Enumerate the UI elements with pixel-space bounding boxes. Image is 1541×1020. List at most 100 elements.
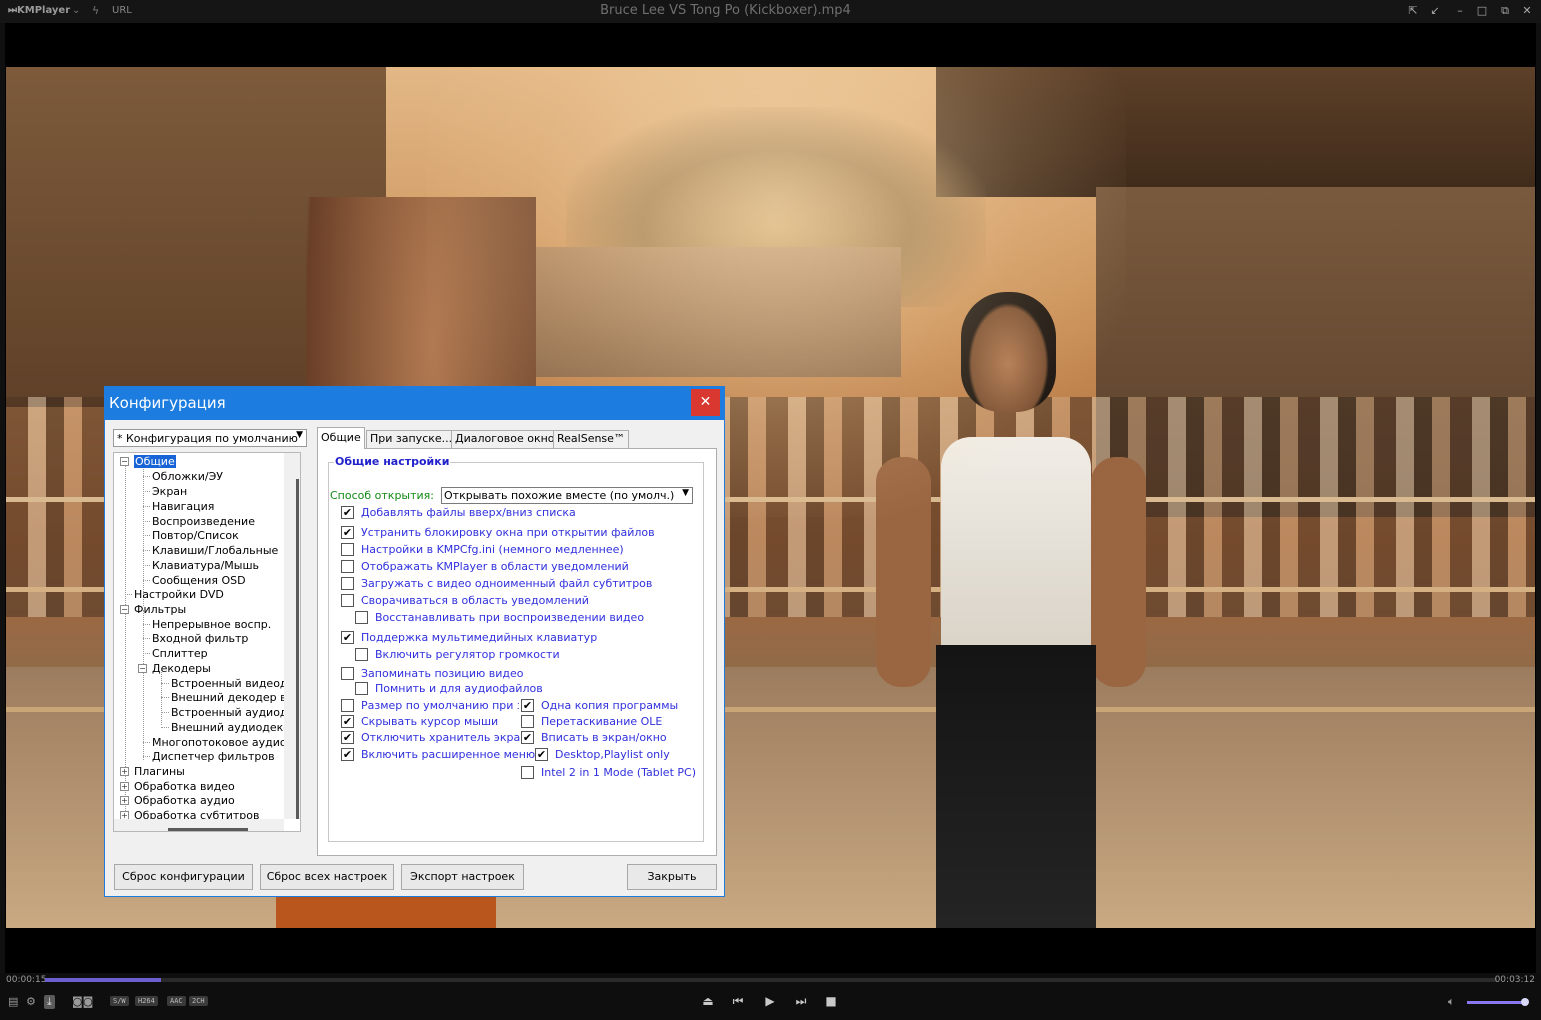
- tree-item[interactable]: Настройки DVD: [134, 587, 224, 602]
- option-label[interactable]: Вписать в экран/окно: [541, 731, 667, 744]
- playlist-icon[interactable]: ▤: [8, 995, 18, 1008]
- volume-icon[interactable]: 🔈︎: [1448, 995, 1455, 1009]
- option-checkbox[interactable]: ✔: [341, 506, 354, 519]
- tree-item[interactable]: Сплиттер: [152, 646, 208, 661]
- minimize-button[interactable]: –: [1452, 3, 1468, 19]
- seek-bar[interactable]: [45, 978, 1497, 982]
- option-checkbox[interactable]: [521, 715, 534, 728]
- tree-item[interactable]: Непрерывное воспр.: [152, 617, 271, 632]
- tree-item[interactable]: Повтор/Список: [152, 528, 239, 543]
- maximize-button[interactable]: □: [1474, 3, 1490, 19]
- tree-item[interactable]: Внешний декодер ви: [171, 690, 294, 705]
- option-checkbox[interactable]: [341, 594, 354, 607]
- collapse-icon[interactable]: −: [120, 605, 129, 614]
- option-label[interactable]: Запоминать позицию видео: [361, 667, 524, 680]
- tree-item[interactable]: Сообщения OSD: [152, 573, 246, 588]
- tree-item[interactable]: Плагины: [134, 764, 185, 779]
- option-checkbox[interactable]: [341, 560, 354, 573]
- option-label[interactable]: Скрывать курсор мыши: [361, 715, 498, 728]
- option-label[interactable]: Включить расширенное меню: [361, 748, 535, 761]
- tree-item[interactable]: Многопотоковое аудио: [152, 735, 287, 750]
- option-label[interactable]: Отключить хранитель экрана: [361, 731, 534, 744]
- next-icon[interactable]: ⏭: [791, 994, 811, 1009]
- gear-icon[interactable]: ⚙: [26, 995, 36, 1008]
- collapse-icon[interactable]: −: [120, 457, 129, 466]
- tree-item[interactable]: Воспроизведение: [152, 514, 255, 529]
- tree-item[interactable]: Встроенный аудиодек: [171, 705, 300, 720]
- option-label[interactable]: Отображать KMPlayer в области уведомлени…: [361, 560, 629, 573]
- option-label[interactable]: Сворачиваться в область уведомлений: [361, 594, 589, 607]
- tab-general[interactable]: Общие: [317, 427, 365, 449]
- option-checkbox[interactable]: [355, 682, 368, 695]
- tree-item[interactable]: Входной фильтр: [152, 631, 248, 646]
- option-label[interactable]: Загружать с видео одноименный файл субти…: [361, 577, 652, 590]
- option-label[interactable]: Восстанавливать при воспроизведении виде…: [375, 611, 644, 624]
- previous-icon[interactable]: ⏮: [728, 994, 748, 1009]
- close-button[interactable]: Закрыть: [627, 864, 717, 890]
- option-label[interactable]: Размер по умолчанию при запуске: [361, 699, 519, 712]
- option-checkbox[interactable]: ✔: [341, 748, 354, 761]
- export-settings-button[interactable]: Экспорт настроек: [401, 864, 524, 890]
- expand-icon[interactable]: +: [120, 782, 129, 791]
- tree-item[interactable]: Диспетчер фильтров: [152, 749, 275, 764]
- expand-icon[interactable]: +: [120, 767, 129, 776]
- collapse-icon[interactable]: −: [138, 664, 147, 673]
- profile-select[interactable]: * Конфигурация по умолчанию ▼: [113, 429, 307, 447]
- 3d-icon[interactable]: ⤓: [44, 995, 55, 1009]
- tree-item[interactable]: Внешний аудиодекод: [171, 720, 298, 735]
- option-checkbox[interactable]: [341, 699, 354, 712]
- tree-horizontal-scrollbar[interactable]: [114, 819, 284, 831]
- option-label[interactable]: Desktop,Playlist only: [555, 748, 670, 761]
- open-mode-select[interactable]: Открывать похожие вместе (по умолч.) ▼: [441, 487, 693, 504]
- settings-tree[interactable]: Общие − Обложки/ЭУ Экран Навигация Воспроизве…: [113, 452, 301, 832]
- tree-item[interactable]: Клавиатура/Мышь: [152, 558, 259, 573]
- dialog-close-button[interactable]: ✕: [691, 389, 720, 416]
- volume-knob[interactable]: [1520, 998, 1529, 1006]
- tab-realsense[interactable]: RealSense™: [553, 430, 629, 448]
- option-checkbox[interactable]: ✔: [521, 699, 534, 712]
- option-label[interactable]: Настройки в KMPCfg.ini (немного медленне…: [361, 543, 624, 556]
- tree-item[interactable]: Обработка аудио: [134, 793, 235, 808]
- option-checkbox[interactable]: ✔: [341, 631, 354, 644]
- play-icon[interactable]: ▶: [760, 994, 780, 1008]
- close-window-button[interactable]: ✕: [1519, 3, 1535, 19]
- option-label[interactable]: Помнить и для аудиофайлов: [375, 682, 543, 695]
- option-label[interactable]: Добавлять файлы вверх/вниз списка: [361, 506, 576, 519]
- option-checkbox[interactable]: [355, 648, 368, 661]
- vr-glasses-icon[interactable]: ◙◙: [72, 995, 93, 1008]
- eject-icon[interactable]: ⏏: [698, 994, 718, 1008]
- option-checkbox[interactable]: [521, 766, 534, 779]
- option-label[interactable]: Перетаскивание OLE: [541, 715, 662, 728]
- restore-button[interactable]: ⧉: [1497, 3, 1513, 19]
- tree-item[interactable]: Декодеры: [152, 661, 211, 676]
- option-label[interactable]: Одна копия программы: [541, 699, 678, 712]
- option-label[interactable]: Устранить блокировку окна при открытии ф…: [361, 526, 655, 539]
- scrollbar-thumb[interactable]: [168, 828, 248, 831]
- option-label[interactable]: Включить регулятор громкости: [375, 648, 560, 661]
- tree-item[interactable]: Обложки/ЭУ: [152, 469, 223, 484]
- dialog-title-bar[interactable]: Конфигурация ✕: [105, 387, 724, 420]
- option-checkbox[interactable]: ✔: [341, 731, 354, 744]
- tab-startup[interactable]: При запуске...: [366, 430, 457, 448]
- tree-item[interactable]: Экран: [152, 484, 187, 499]
- volume-slider[interactable]: [1467, 998, 1529, 1006]
- option-checkbox[interactable]: ✔: [341, 715, 354, 728]
- option-checkbox[interactable]: [341, 667, 354, 680]
- tree-item[interactable]: Фильтры: [134, 602, 186, 617]
- expand-icon[interactable]: +: [120, 796, 129, 805]
- option-label[interactable]: Intel 2 in 1 Mode (Tablet PC): [541, 766, 696, 779]
- tree-item[interactable]: Навигация: [152, 499, 214, 514]
- reset-config-button[interactable]: Сброс конфигурации: [114, 864, 253, 890]
- reset-all-button[interactable]: Сброс всех настроек: [260, 864, 394, 890]
- stop-icon[interactable]: ■: [821, 994, 841, 1008]
- option-checkbox[interactable]: ✔: [535, 748, 548, 761]
- tree-vertical-scrollbar[interactable]: [284, 453, 300, 819]
- scrollbar-thumb[interactable]: [296, 479, 299, 819]
- tree-item[interactable]: Обработка видео: [134, 779, 235, 794]
- option-checkbox[interactable]: [355, 611, 368, 624]
- pin-icon[interactable]: ⇱: [1405, 3, 1421, 19]
- tree-item[interactable]: Клавиши/Глобальные: [152, 543, 278, 558]
- option-checkbox[interactable]: [341, 543, 354, 556]
- option-label[interactable]: Поддержка мультимедийных клавиатур: [361, 631, 597, 644]
- tree-item[interactable]: Встроенный видеоде: [171, 676, 294, 691]
